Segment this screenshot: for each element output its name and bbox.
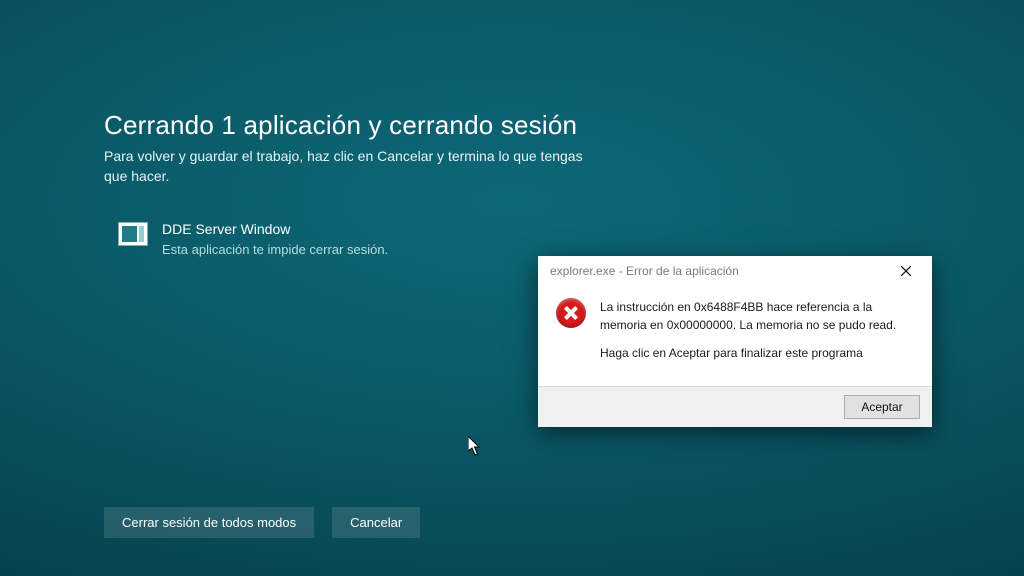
shutdown-screen: Cerrando 1 aplicación y cerrando sesión … — [104, 110, 664, 259]
close-icon[interactable] — [886, 258, 926, 284]
error-icon — [556, 298, 586, 328]
dialog-titlebar[interactable]: explorer.exe - Error de la aplicación — [538, 256, 932, 286]
dialog-message-line2: Haga clic en Aceptar para finalizar este… — [600, 344, 914, 362]
dialog-message: La instrucción en 0x6488F4BB hace refere… — [600, 298, 914, 372]
dialog-body: La instrucción en 0x6488F4BB hace refere… — [538, 286, 932, 386]
action-bar: Cerrar sesión de todos modos Cancelar — [104, 507, 420, 538]
dialog-message-line1: La instrucción en 0x6488F4BB hace refere… — [600, 298, 914, 334]
dialog-footer: Aceptar — [538, 386, 932, 427]
blocking-app-row: DDE Server Window Esta aplicación te imp… — [118, 220, 664, 258]
blocking-app-status: Esta aplicación te impide cerrar sesión. — [162, 241, 388, 259]
cancel-button[interactable]: Cancelar — [332, 507, 420, 538]
page-title: Cerrando 1 aplicación y cerrando sesión — [104, 110, 664, 141]
app-window-icon — [118, 222, 148, 246]
blocking-app-text: DDE Server Window Esta aplicación te imp… — [162, 220, 388, 258]
error-dialog: explorer.exe - Error de la aplicación La… — [538, 256, 932, 427]
ok-button[interactable]: Aceptar — [844, 395, 920, 419]
force-signout-button[interactable]: Cerrar sesión de todos modos — [104, 507, 314, 538]
mouse-cursor-icon — [468, 436, 482, 456]
blocking-app-name: DDE Server Window — [162, 220, 388, 239]
dialog-title: explorer.exe - Error de la aplicación — [550, 264, 739, 278]
page-subtitle: Para volver y guardar el trabajo, haz cl… — [104, 147, 584, 186]
